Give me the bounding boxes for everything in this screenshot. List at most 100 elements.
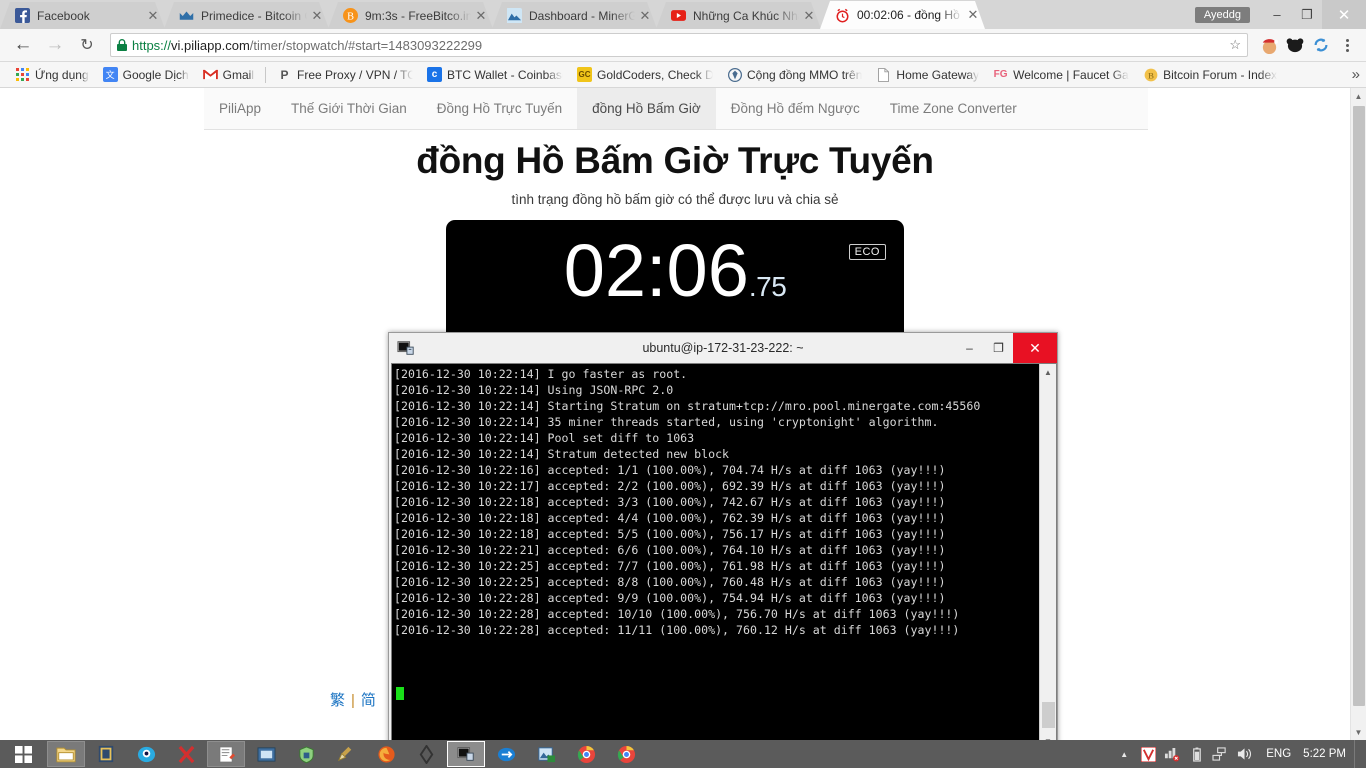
lang-simplified-link[interactable]: 简 xyxy=(361,692,376,709)
page-scrollbar-thumb[interactable] xyxy=(1353,106,1365,706)
nav-item-piliapp[interactable]: PiliApp xyxy=(204,88,276,129)
browser-tab[interactable]: Những Ca Khúc Nhạc Tr ✕ xyxy=(656,2,821,29)
page-scrollbar[interactable]: ▲ ▼ xyxy=(1350,88,1366,740)
profile-chip[interactable]: Ayeddg xyxy=(1194,6,1250,23)
eco-badge[interactable]: ECO xyxy=(848,244,886,260)
bookmark-btc-wallet[interactable]: c BTC Wallet - Coinbase xyxy=(420,64,570,86)
close-window-button[interactable]: ✕ xyxy=(1322,0,1366,29)
taskbar-firefox-icon[interactable] xyxy=(367,741,405,767)
close-tab-icon[interactable]: ✕ xyxy=(309,8,325,24)
taskbar-browser-blue-icon[interactable] xyxy=(127,741,165,767)
taskbar-chrome-icon-2[interactable] xyxy=(607,741,645,767)
close-tab-icon[interactable]: ✕ xyxy=(965,7,981,23)
language-indicator[interactable]: ENG xyxy=(1256,748,1301,760)
taskbar-editor-icon[interactable] xyxy=(207,741,245,767)
terminal-maximize-button[interactable]: ❐ xyxy=(984,333,1013,363)
bitcoin-forum-icon: B xyxy=(1143,67,1158,82)
minimize-button[interactable]: – xyxy=(1262,0,1292,29)
bookmarks-overflow-icon[interactable]: » xyxy=(1352,66,1360,83)
reload-icon[interactable]: ↻ xyxy=(72,31,102,59)
browser-tab[interactable]: Dashboard - MinerGate ✕ xyxy=(492,2,657,29)
chrome-menu-icon[interactable] xyxy=(1334,32,1360,58)
taskbar-chrome-icon[interactable] xyxy=(567,741,605,767)
terminal-body[interactable]: [2016-12-30 10:22:14] I go faster as roo… xyxy=(391,363,1057,749)
volume-icon[interactable] xyxy=(1232,747,1256,761)
browser-tab[interactable]: Facebook ✕ xyxy=(0,2,165,29)
bookmark-faucet-game[interactable]: FG Welcome | Faucet Gam xyxy=(986,64,1136,86)
terminal-close-button[interactable]: ✕ xyxy=(1013,333,1057,363)
network-error-icon[interactable] xyxy=(1160,747,1184,762)
bookmark-mmo-forum[interactable]: Cộng đồng MMO trên xyxy=(720,64,869,86)
taskbar-file-explorer-icon[interactable] xyxy=(47,741,85,767)
bookmark-label: Gmail xyxy=(222,67,255,82)
bookmark-bitcoin-forum[interactable]: B Bitcoin Forum - Index xyxy=(1136,64,1284,86)
nav-item-countdown[interactable]: Đồng Hồ đếm Ngược xyxy=(716,88,875,129)
browser-tab-active[interactable]: 00:02:06 - đồng Hồ Bấm ✕ xyxy=(820,1,985,29)
terminal-window[interactable]: ubuntu@ip-172-31-23-222: ~ – ❐ ✕ [2016-1… xyxy=(388,332,1058,752)
panda-icon[interactable] xyxy=(1282,32,1308,58)
bookmark-gmail[interactable]: Gmail xyxy=(196,64,261,86)
bookmark-google-translate[interactable]: 文 Google Dịch xyxy=(96,64,196,86)
taskbar-minergate-icon[interactable] xyxy=(527,741,565,767)
lang-separator: | xyxy=(351,692,355,709)
bookmark-label: Cộng đồng MMO trên xyxy=(747,67,863,82)
bookmark-apps[interactable]: Ứng dụng xyxy=(8,64,96,86)
tray-overflow-icon[interactable]: ▲ xyxy=(1112,750,1136,759)
page-icon xyxy=(876,67,891,82)
site-nav: PiliApp Thế Giới Thời Gian Đồng Hồ Trực … xyxy=(204,88,1148,130)
battery-icon[interactable] xyxy=(1184,747,1208,762)
close-tab-icon[interactable]: ✕ xyxy=(473,8,489,24)
windows-start-icon[interactable] xyxy=(0,740,46,768)
bookmarks-bar: Ứng dụng 文 Google Dịch Gmail P Free Prox… xyxy=(0,62,1366,88)
scroll-down-icon[interactable]: ▼ xyxy=(1351,724,1366,740)
sync-refresh-icon[interactable] xyxy=(1308,32,1334,58)
taskbar-media-icon[interactable] xyxy=(247,741,285,767)
taskbar-security-icon[interactable] xyxy=(287,741,325,767)
forward-icon[interactable]: → xyxy=(40,31,70,59)
tab-title: Primedice - Bitcoin Gam xyxy=(201,8,302,23)
nav-item-stopwatch[interactable]: đồng Hồ Bấm Giờ xyxy=(577,88,716,129)
bookmark-goldcoders[interactable]: GC GoldCoders, Check Do xyxy=(570,64,720,86)
scroll-up-icon[interactable]: ▲ xyxy=(1351,88,1366,104)
lan-icon[interactable] xyxy=(1208,747,1232,761)
show-desktop-button[interactable] xyxy=(1354,740,1362,768)
new-tab-button[interactable] xyxy=(986,7,1020,29)
close-tab-icon[interactable]: ✕ xyxy=(801,8,817,24)
maximize-button[interactable]: ❐ xyxy=(1292,0,1322,29)
terminal-output: [2016-12-30 10:22:14] I go faster as roo… xyxy=(394,367,981,637)
terminal-title-bar[interactable]: ubuntu@ip-172-31-23-222: ~ – ❐ ✕ xyxy=(389,333,1057,363)
taskbar-freebitco-icon[interactable] xyxy=(487,741,525,767)
bookmark-star-icon[interactable]: ☆ xyxy=(1223,37,1241,53)
bookmark-free-proxy[interactable]: P Free Proxy / VPN / TO xyxy=(270,64,420,86)
nav-item-timezone-converter[interactable]: Time Zone Converter xyxy=(875,88,1032,129)
nav-item-world-time[interactable]: Thế Giới Thời Gian xyxy=(276,88,422,129)
browser-tab[interactable]: Primedice - Bitcoin Gam ✕ xyxy=(164,2,329,29)
bookmark-home-gateway[interactable]: Home Gateway xyxy=(869,64,986,86)
url-host: vi.piliapp.com xyxy=(171,37,250,53)
close-tab-icon[interactable]: ✕ xyxy=(637,8,653,24)
taskbar-clock[interactable]: 5:22 PM xyxy=(1301,748,1354,760)
taskbar-ethereum-icon[interactable] xyxy=(407,741,445,767)
santa-avatar-icon[interactable] xyxy=(1256,32,1282,58)
nav-item-online-clock[interactable]: Đồng Hồ Trực Tuyến xyxy=(422,88,577,129)
back-icon[interactable]: ← xyxy=(8,31,38,59)
taskbar-cleaner-icon[interactable] xyxy=(327,741,365,767)
terminal-scrollbar[interactable]: ▲ ▼ xyxy=(1039,364,1056,748)
primedice-crown-icon xyxy=(178,8,194,24)
address-bar[interactable]: https://vi.piliapp.com/timer/stopwatch/#… xyxy=(110,33,1248,57)
terminal-cursor xyxy=(396,687,404,700)
terminal-scrollbar-thumb[interactable] xyxy=(1042,702,1055,728)
mmo-forum-icon xyxy=(727,67,742,82)
bookmark-label: GoldCoders, Check Do xyxy=(597,67,714,82)
goldcoders-icon: GC xyxy=(577,67,593,82)
terminal-minimize-button[interactable]: – xyxy=(955,333,984,363)
tab-title: 9m:3s - FreeBitco.in - W xyxy=(365,8,471,23)
browser-tab[interactable]: B 9m:3s - FreeBitco.in - W ✕ xyxy=(328,2,493,29)
close-tab-icon[interactable]: ✕ xyxy=(145,8,161,24)
lang-traditional-link[interactable]: 繁 xyxy=(330,692,345,709)
taskbar-xampp-icon[interactable] xyxy=(167,741,205,767)
terminal-scroll-up-icon[interactable]: ▲ xyxy=(1040,364,1056,381)
avira-icon[interactable] xyxy=(1136,746,1160,762)
taskbar-notepadpp-icon[interactable] xyxy=(87,741,125,767)
taskbar-putty-icon[interactable] xyxy=(447,741,485,767)
